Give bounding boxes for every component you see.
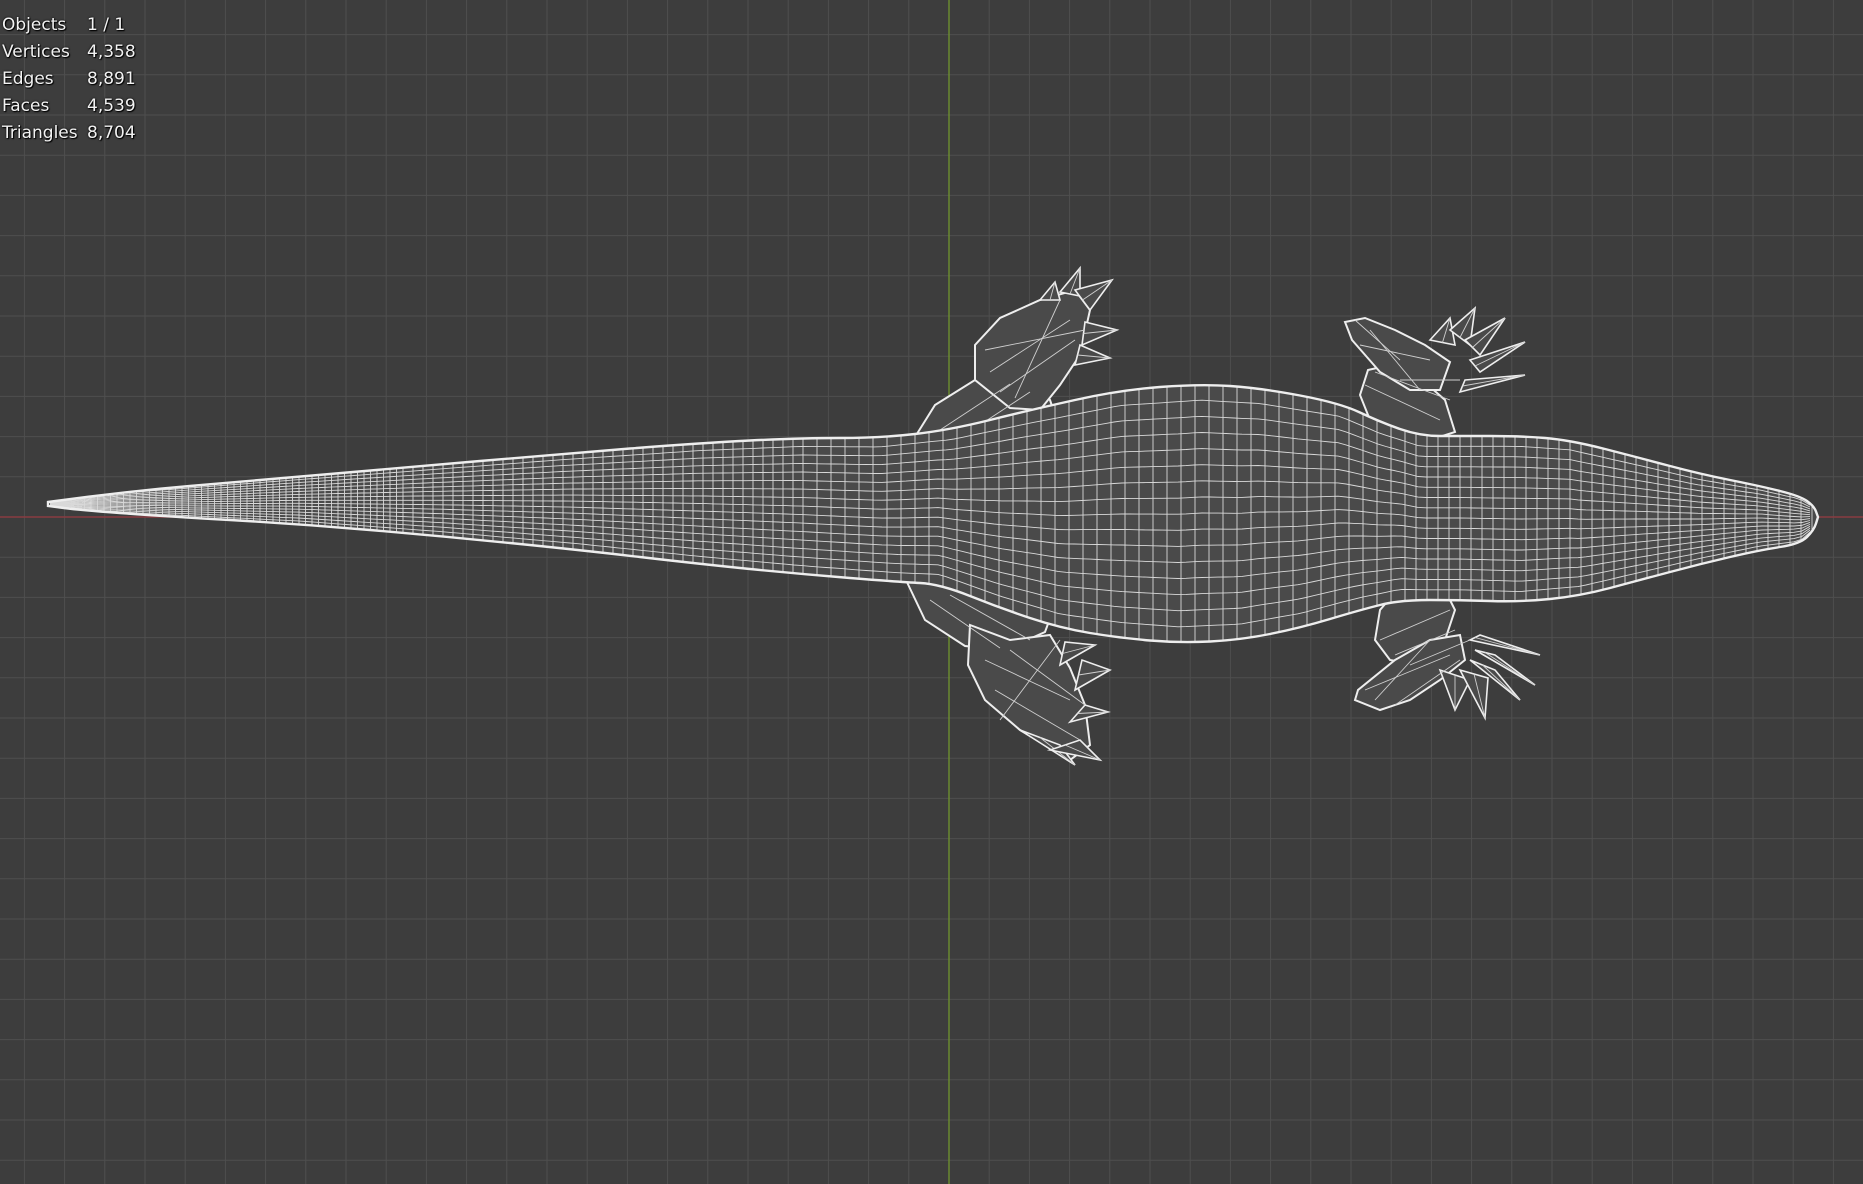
stat-row-objects: Objects 1 / 1 xyxy=(2,12,136,39)
stat-label: Objects xyxy=(2,15,67,35)
lizard-wireframe-mesh[interactable] xyxy=(0,0,1863,1184)
stat-value: 8,891 xyxy=(87,69,136,89)
stat-label: Vertices xyxy=(2,42,70,62)
stat-value: 1 / 1 xyxy=(87,15,126,35)
stat-row-edges: Edges 8,891 xyxy=(2,66,136,93)
stat-value: 8,704 xyxy=(87,123,136,143)
stat-label: Edges xyxy=(2,69,54,89)
stat-label: Triangles xyxy=(2,123,78,143)
stat-row-faces: Faces 4,539 xyxy=(2,93,136,120)
stat-value: 4,358 xyxy=(87,42,136,62)
statistics-overlay: Objects 1 / 1 Vertices 4,358 Edges 8,891 Faces… xyxy=(2,12,136,147)
stat-value: 4,539 xyxy=(87,96,136,116)
3d-viewport[interactable]: Objects 1 / 1 Vertices 4,358 Edges 8,891 Faces… xyxy=(0,0,1863,1184)
stat-label: Faces xyxy=(2,96,50,116)
stat-row-triangles: Triangles 8,704 xyxy=(2,120,136,147)
stat-row-vertices: Vertices 4,358 xyxy=(2,39,136,66)
